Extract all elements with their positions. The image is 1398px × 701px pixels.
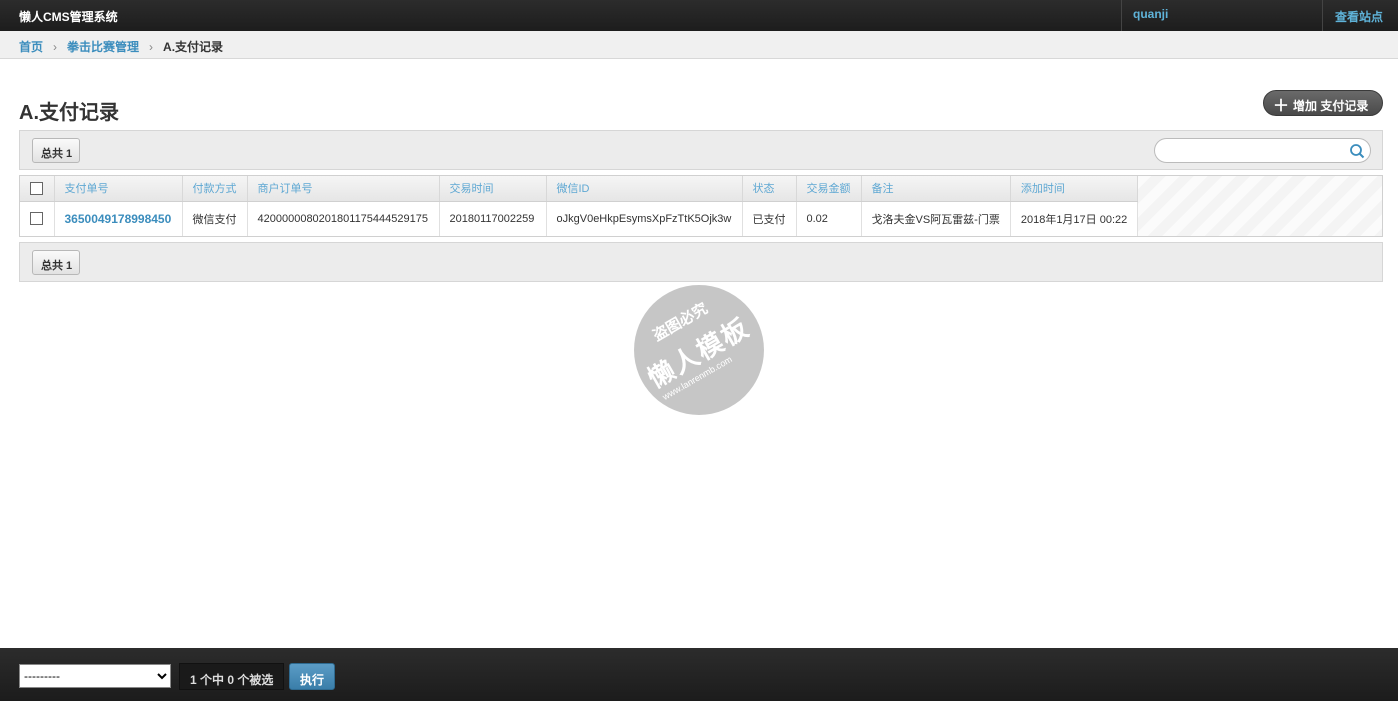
column-header-added-time[interactable]: 添加时间 xyxy=(1010,176,1139,202)
note-cell: 戈洛夫金VS阿瓦雷兹-门票 xyxy=(861,201,1011,236)
app-title: 懒人CMS管理系统 xyxy=(19,10,118,24)
row-select-cell xyxy=(20,201,55,236)
bottom-toolbar: 总共 1 xyxy=(19,242,1383,282)
selected-count-label: 1 个中 0 个被选 xyxy=(179,663,284,690)
action-select[interactable]: --------- xyxy=(19,664,171,688)
column-header-status[interactable]: 状态 xyxy=(742,176,797,202)
merchant-order-cell: 4200000080201801175444529175 xyxy=(247,201,440,236)
plus-icon: ＋ xyxy=(1273,98,1290,115)
table-row: 3650049178998450 微信支付 420000008020180117… xyxy=(20,201,1139,236)
search-icon[interactable] xyxy=(1349,143,1365,159)
user-name-link[interactable]: quanji xyxy=(1121,0,1323,31)
payment-id-cell: 3650049178998450 xyxy=(54,201,183,236)
total-count-button-bottom[interactable]: 总共 1 xyxy=(32,250,80,275)
payment-id-link[interactable]: 3650049178998450 xyxy=(65,212,172,226)
results-table-container: 支付单号 付款方式 商户订单号 交易时间 微信ID 状态 交易金额 备注 添加时… xyxy=(19,175,1383,237)
added-time-cell: 2018年1月17日 00:22 xyxy=(1010,201,1139,236)
amount-cell: 0.02 xyxy=(796,201,862,236)
pay-method-cell: 微信支付 xyxy=(182,201,248,236)
add-payment-record-button[interactable]: ＋增加 支付记录 xyxy=(1263,90,1383,116)
top-bar: 懒人CMS管理系统 quanji 查看站点 xyxy=(0,0,1398,31)
chevron-right-icon: › xyxy=(149,40,154,54)
top-toolbar: 总共 1 xyxy=(19,130,1383,170)
total-count-button[interactable]: 总共 1 xyxy=(32,138,80,163)
column-header-wechat-id[interactable]: 微信ID xyxy=(546,176,743,202)
page-title: A.支付记录 xyxy=(19,102,119,124)
trade-time-cell: 20180117002259 xyxy=(439,201,547,236)
column-header-payment-id[interactable]: 支付单号 xyxy=(54,176,183,202)
view-site-link[interactable]: 查看站点 xyxy=(1335,8,1383,25)
status-cell: 已支付 xyxy=(742,201,797,236)
breadcrumb-current: A.支付记录 xyxy=(163,40,224,54)
table-header-row: 支付单号 付款方式 商户订单号 交易时间 微信ID 状态 交易金额 备注 添加时… xyxy=(20,176,1139,202)
wechat-id-cell: oJkgV0eHkpEsymsXpFzTtK5Ojk3w xyxy=(546,201,743,236)
breadcrumb: 首页 › 拳击比赛管理 › A.支付记录 xyxy=(0,31,1398,59)
search-input[interactable] xyxy=(1165,139,1345,161)
column-header-amount[interactable]: 交易金额 xyxy=(796,176,862,202)
breadcrumb-home[interactable]: 首页 xyxy=(19,40,43,54)
column-header-trade-time[interactable]: 交易时间 xyxy=(439,176,547,202)
add-button-label: 增加 支付记录 xyxy=(1293,99,1369,113)
column-header-merchant-order[interactable]: 商户订单号 xyxy=(247,176,440,202)
select-all-cell xyxy=(20,176,55,202)
run-action-button[interactable]: 执行 xyxy=(289,663,335,690)
column-header-pay-method[interactable]: 付款方式 xyxy=(182,176,248,202)
results-table: 支付单号 付款方式 商户订单号 交易时间 微信ID 状态 交易金额 备注 添加时… xyxy=(20,176,1139,236)
column-header-note[interactable]: 备注 xyxy=(861,176,1011,202)
action-footer: --------- 1 个中 0 个被选 执行 xyxy=(0,648,1398,701)
breadcrumb-section[interactable]: 拳击比赛管理 xyxy=(67,40,139,54)
search-box[interactable] xyxy=(1154,138,1371,163)
row-checkbox[interactable] xyxy=(30,212,44,226)
select-all-checkbox[interactable] xyxy=(30,181,44,195)
watermark-seal: 盗图必究 懒人模板 www.lanrenmb.com xyxy=(634,285,764,415)
chevron-right-icon: › xyxy=(53,40,58,54)
